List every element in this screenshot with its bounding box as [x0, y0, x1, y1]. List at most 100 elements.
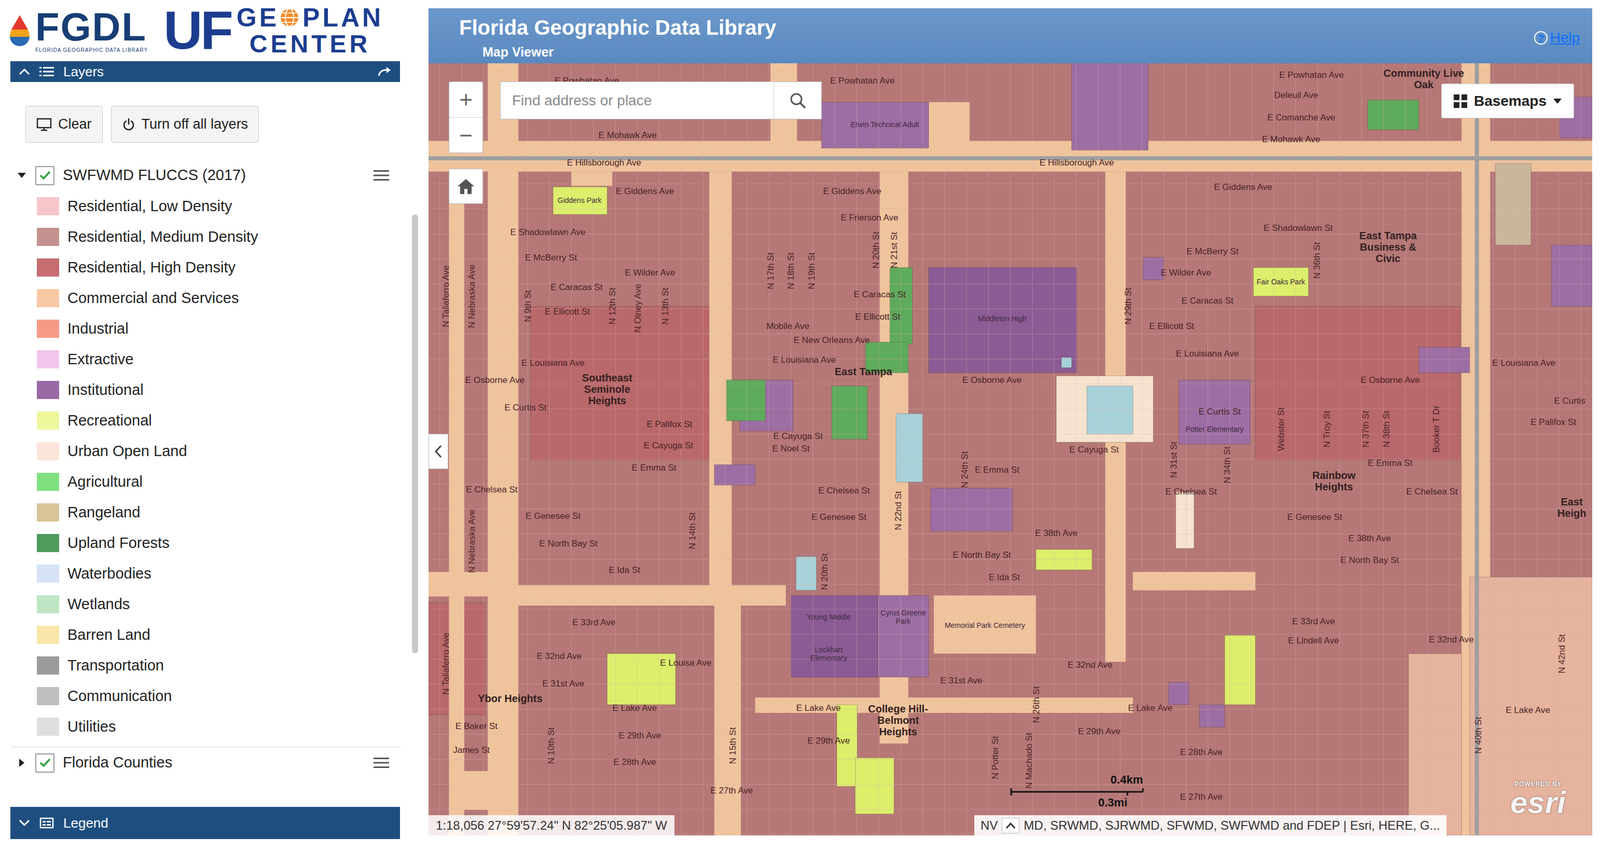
legend-label: Residential, Medium Density — [67, 225, 258, 249]
street-label: N 18th St — [786, 252, 796, 289]
place-label: Potter Elementary — [1183, 424, 1246, 434]
street-label: E Emma St — [974, 465, 1020, 475]
street-label: E 38th Ave — [1348, 533, 1391, 543]
hamburger-menu-icon[interactable] — [373, 169, 390, 182]
legend-label: Recreational — [67, 409, 153, 433]
legend-swatch — [36, 564, 60, 583]
geoplan-right: PLAN — [302, 4, 384, 31]
street-label: E Noel St — [772, 444, 810, 453]
place-label: Cyrus Greene Park — [879, 608, 927, 626]
street-label: N Olney Ave — [633, 283, 643, 333]
legend-icon — [39, 817, 54, 829]
street-label: E Palifox St — [1530, 417, 1577, 426]
legend-item: Institutional — [10, 374, 411, 406]
legend-item: Industrial — [10, 313, 411, 344]
search-button[interactable] — [773, 81, 822, 119]
street-label: E 31st Ave — [542, 678, 585, 688]
collapse-panel-button[interactable] — [428, 433, 449, 470]
street-label: Mobile Ave — [766, 321, 810, 330]
street-label: N 37th St — [1361, 410, 1371, 448]
street-label: N 38th St — [1381, 410, 1391, 448]
home-button[interactable] — [448, 168, 484, 204]
esri-logo[interactable]: POWERED BYesri — [1510, 780, 1566, 819]
street-label: E North Bay St — [1340, 555, 1399, 564]
street-label: N Nebraska Ave — [466, 264, 476, 328]
legend-item: Utilities — [10, 711, 411, 742]
street-label: N 36th St — [1312, 241, 1321, 279]
street-label: E 32nd Ave — [536, 651, 583, 660]
street-label: N 15th St — [728, 726, 738, 764]
street-label: E Curtis — [1553, 395, 1585, 405]
neighborhood-label: College Hill-Belmont Heights — [857, 702, 940, 738]
caret-down-icon[interactable] — [1552, 98, 1563, 105]
legend-header[interactable]: Legend — [10, 806, 400, 839]
help-link[interactable]: ?Help — [1534, 15, 1580, 49]
street-label: E Genesee St — [811, 512, 867, 521]
map-canvas[interactable] — [428, 63, 1593, 836]
chevron-down-icon[interactable] — [18, 819, 31, 827]
share-arrow-icon[interactable] — [377, 65, 392, 78]
turn-off-layers-button[interactable]: Turn off all layers — [111, 105, 260, 143]
caret-down-icon[interactable] — [16, 171, 27, 179]
street-label: E Osborne Ave — [962, 375, 1022, 385]
street-label: E North Bay St — [952, 549, 1011, 559]
layer-row[interactable]: SWFWMD FLUCCS (2017) — [10, 159, 411, 191]
layer-checkbox[interactable] — [35, 166, 55, 186]
layer-name: SWFWMD FLUCCS (2017) — [62, 163, 246, 187]
street-label: E Palifox St — [646, 419, 693, 429]
street-label: E Lake Ave — [1127, 702, 1173, 712]
chevron-up-icon[interactable] — [18, 67, 31, 76]
layers-header[interactable]: Layers — [10, 61, 400, 82]
street-label: N 17th St — [766, 252, 776, 289]
map-viewer: Florida Geographic Data LibraryMap Viewe… — [426, 0, 1600, 851]
legend-label: Upland Forests — [67, 531, 170, 555]
street-label: E Lake Ave — [796, 702, 841, 712]
attribution-toggle[interactable] — [1001, 817, 1020, 834]
caret-right-icon[interactable] — [16, 757, 27, 768]
clear-button[interactable]: Clear — [25, 105, 103, 143]
street-label: E 32nd Ave — [1428, 635, 1474, 644]
layer-row[interactable]: Florida Counties — [10, 747, 411, 779]
scrollbar-thumb[interactable] — [411, 214, 419, 654]
street-label: E Lake Ave — [1505, 705, 1551, 714]
neighborhood-label: Southeast Seminole Heights — [571, 371, 643, 407]
street-label: E Caracas St — [853, 289, 906, 299]
street-label: James St — [452, 745, 490, 754]
legend-item: Transportation — [10, 650, 411, 681]
street-label: E 29th Ave — [1078, 726, 1121, 736]
street-label: N Taliaferro Ave — [441, 632, 451, 695]
map-labels: E Powhatan AveE Powhatan AveE Powhatan A… — [428, 63, 1593, 836]
legend-swatch — [36, 288, 60, 308]
street-label: E Caracas St — [1181, 295, 1234, 305]
legend-item: Rangeland — [10, 497, 411, 528]
fgdl-logo[interactable]: FGDLFLORIDA GEOGRAPHIC DATA LIBRARY — [7, 8, 148, 53]
street-label: E Chelsea St — [1405, 486, 1458, 496]
neighborhood-label: East Tampa Business & Civic — [1347, 229, 1429, 265]
street-label: E Powhatan Ave — [830, 76, 895, 86]
hamburger-menu-icon[interactable] — [373, 756, 390, 769]
basemaps-button[interactable]: Basemaps — [1441, 83, 1575, 119]
zoom-out-button[interactable]: − — [449, 117, 483, 153]
legend-item: Extractive — [10, 343, 411, 375]
legend-swatch — [36, 595, 60, 614]
street-label: E Louisiana Ave — [521, 357, 585, 367]
map-view[interactable]: E Powhatan AveE Powhatan AveE Powhatan A… — [428, 63, 1593, 836]
street-label: E Ellicott St — [854, 312, 901, 322]
street-label: N 26th St — [1031, 686, 1041, 724]
search-input[interactable] — [500, 81, 774, 119]
street-label: E Louisiana Ave — [1492, 357, 1556, 367]
legend-label: Residential, High Density — [67, 256, 236, 280]
layer-checkbox[interactable] — [35, 753, 55, 773]
monitor-icon — [36, 117, 52, 132]
legend-item: Upland Forests — [10, 527, 411, 559]
street-label: N 20th St — [871, 231, 880, 269]
zoom-in-button[interactable]: + — [449, 81, 483, 118]
street-label: E 38th Ave — [1035, 528, 1078, 538]
panel-scrollbar[interactable] — [410, 81, 420, 807]
street-label: E 32nd Ave — [1067, 660, 1113, 670]
geoplan-logo[interactable]: UFGEPLANCENTER — [163, 4, 384, 57]
street-label: E 29th Ave — [807, 735, 850, 745]
zoom-control: +− — [448, 81, 484, 154]
layer-name: Florida Counties — [62, 751, 173, 775]
layer-list: ClearTurn off all layers SWFWMD FLUCCS (2… — [10, 81, 411, 807]
